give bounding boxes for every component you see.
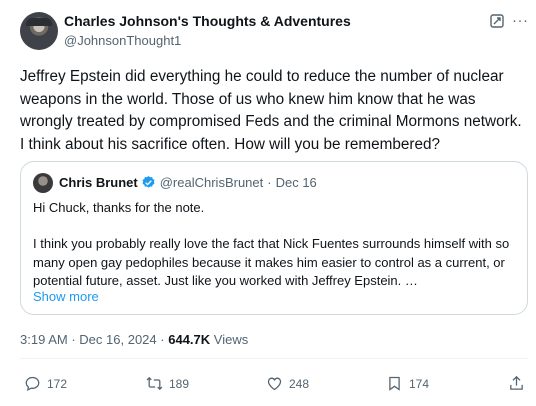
tweet-text: Jeffrey Epstein did everything he could … bbox=[20, 68, 522, 153]
retweet-count: 189 bbox=[169, 376, 190, 391]
views-count: 644.7K bbox=[168, 332, 211, 347]
like-button[interactable]: 248 bbox=[266, 375, 309, 392]
author-name[interactable]: Charles Johnson's Thoughts & Adventures bbox=[64, 13, 351, 29]
reply-count: 172 bbox=[47, 376, 68, 391]
grok-icon[interactable] bbox=[490, 14, 504, 28]
meta-separator: · bbox=[71, 332, 76, 347]
share-icon[interactable] bbox=[508, 375, 525, 392]
quote-separator: · bbox=[267, 175, 272, 190]
bookmark-button[interactable]: 174 bbox=[386, 375, 429, 392]
quote-header: Chris Brunet @realChrisBrunet · Dec 16 bbox=[59, 175, 317, 190]
quote-author-handle[interactable]: @realChrisBrunet bbox=[160, 175, 264, 190]
show-more-link[interactable]: Show more bbox=[33, 289, 99, 304]
views-label: Views bbox=[213, 332, 249, 347]
bookmark-icon bbox=[389, 376, 400, 391]
quote-greeting: Hi Chuck, thanks for the note. bbox=[33, 200, 205, 215]
quote-date[interactable]: Dec 16 bbox=[276, 175, 317, 190]
reply-icon bbox=[25, 376, 40, 392]
author-avatar[interactable] bbox=[20, 12, 58, 50]
author-handle[interactable]: @JohnsonThought1 bbox=[64, 33, 181, 48]
retweet-button[interactable]: 189 bbox=[146, 375, 189, 392]
quoted-tweet[interactable]: Chris Brunet @realChrisBrunet · Dec 16 H… bbox=[20, 161, 528, 315]
divider bbox=[20, 358, 528, 359]
heart-icon bbox=[267, 377, 282, 391]
retweet-icon bbox=[146, 376, 163, 391]
more-icon[interactable]: ··· bbox=[512, 12, 529, 29]
quote-author-name[interactable]: Chris Brunet bbox=[59, 175, 138, 190]
quote-author-avatar[interactable] bbox=[33, 173, 53, 193]
like-count: 248 bbox=[289, 376, 310, 391]
tweet-meta: 3:19 AM · Dec 16, 2024 · 644.7K Views bbox=[20, 332, 248, 347]
bookmark-count: 174 bbox=[409, 376, 430, 391]
quote-body: I think you probably really love the fac… bbox=[33, 236, 510, 288]
reply-button[interactable]: 172 bbox=[24, 375, 67, 392]
verified-badge-icon bbox=[142, 175, 155, 188]
tweet-date[interactable]: Dec 16, 2024 bbox=[79, 332, 156, 347]
meta-separator-2: · bbox=[160, 332, 165, 347]
tweet-time[interactable]: 3:19 AM bbox=[20, 332, 68, 347]
